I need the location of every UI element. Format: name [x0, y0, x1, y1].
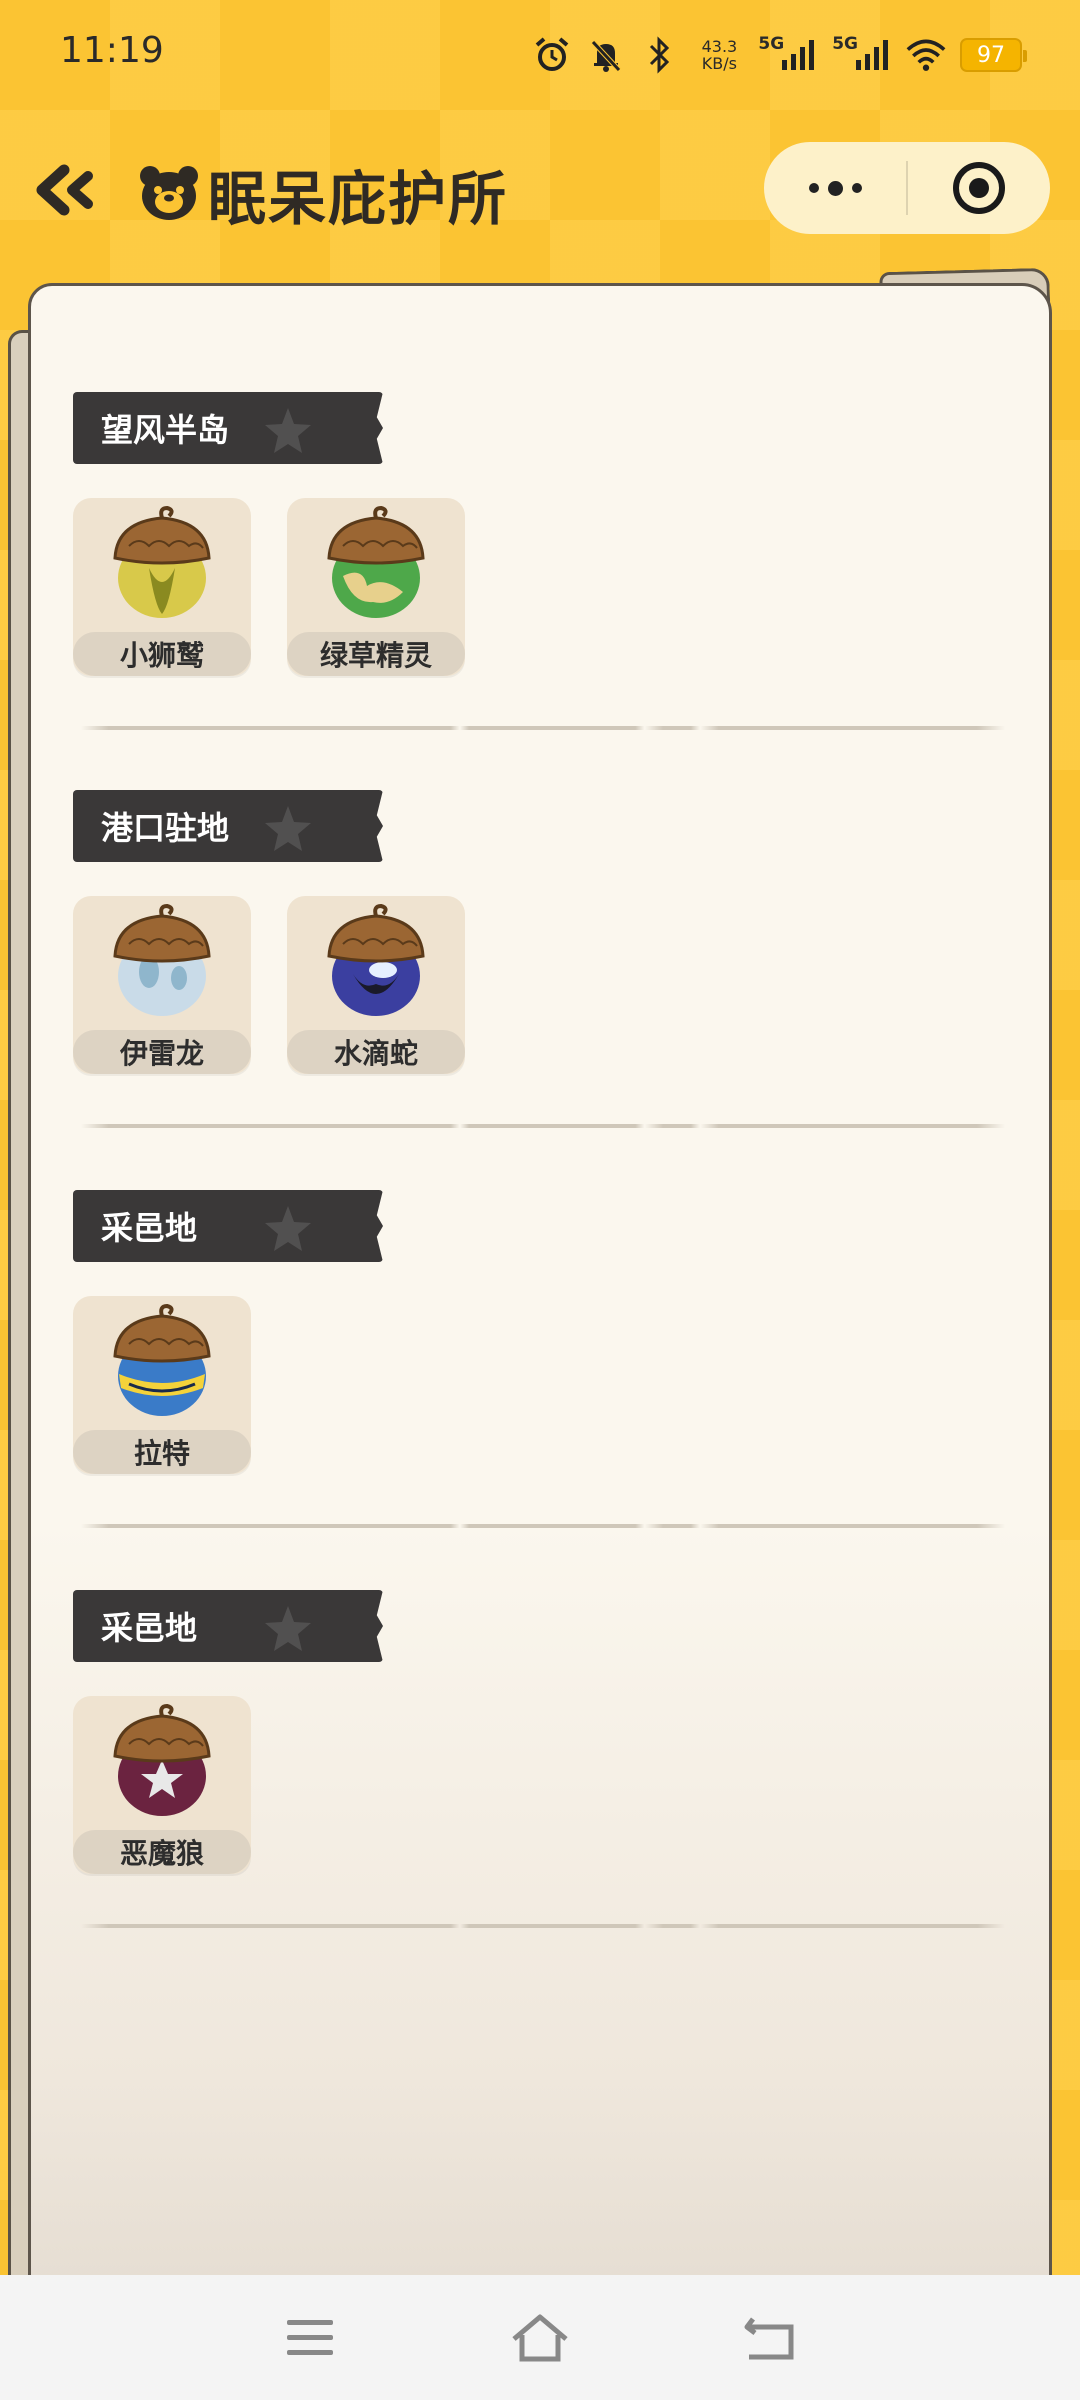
- star-decoration-icon: [265, 408, 311, 453]
- signal-2-label: 5G: [832, 34, 858, 54]
- section-tag: 采邑地: [73, 1590, 383, 1662]
- network-speed-unit: KB/s: [701, 54, 737, 73]
- bluetooth-icon: [640, 35, 680, 75]
- section-tag-label: 采邑地: [101, 1209, 198, 1247]
- acorn-pet-icon: [113, 1304, 211, 1416]
- page-title: 眠呆庇护所: [208, 165, 509, 233]
- network-speed: 43.3 KB/s: [694, 38, 744, 72]
- wifi-icon: [906, 35, 946, 75]
- battery-icon: 97: [960, 38, 1027, 72]
- section-tag: 采邑地: [73, 1190, 383, 1262]
- menu-button[interactable]: [270, 2298, 350, 2378]
- section-tag: 港口驻地: [73, 790, 383, 862]
- status-icons: 43.3 KB/s 5G 5G 97: [532, 28, 1027, 82]
- acorn-pet-icon: [113, 1704, 211, 1816]
- signal-2: 5G: [832, 34, 892, 72]
- section-divider: [81, 726, 1005, 730]
- pet-card[interactable]: 小狮鹫: [73, 498, 251, 676]
- status-time: 11:19: [60, 30, 164, 71]
- menu-icon: [287, 2319, 333, 2355]
- more-button[interactable]: [764, 142, 906, 234]
- pet-name: 拉特: [73, 1430, 251, 1474]
- more-dots-icon: [851, 183, 862, 193]
- pet-name: 伊雷龙: [73, 1030, 251, 1074]
- signal-1: 5G: [758, 34, 818, 72]
- battery-level: 97: [977, 42, 1005, 68]
- pet-name: 恶魔狼: [73, 1830, 251, 1874]
- back-button[interactable]: [30, 160, 100, 220]
- pet-list: 伊雷龙 水滴蛇: [73, 896, 465, 1074]
- mute-bell-icon: [586, 35, 626, 75]
- header: 眠呆庇护所: [0, 130, 1080, 250]
- pet-card[interactable]: 伊雷龙: [73, 896, 251, 1074]
- close-button[interactable]: [908, 142, 1050, 234]
- alarm-icon: [532, 35, 572, 75]
- pet-name: 水滴蛇: [287, 1030, 465, 1074]
- signal-icon: [782, 40, 815, 70]
- content-card: 望风半岛 小狮鹫 绿草精灵 港口驻地 伊雷龙 水滴蛇 采邑地 拉特 采邑地 恶魔…: [28, 283, 1052, 2283]
- pet-list: 拉特: [73, 1296, 251, 1474]
- back-nav-button[interactable]: [730, 2298, 810, 2378]
- status-bar: 11:19 43.3 KB/s 5G 5G 97: [0, 0, 1080, 110]
- section-region: 望风半岛 小狮鹫 绿草精灵: [73, 392, 1013, 732]
- section-fief-2: 采邑地 恶魔狼: [73, 1590, 1013, 1930]
- star-decoration-icon: [265, 1606, 311, 1651]
- acorn-pet-icon: [327, 506, 425, 618]
- pet-card[interactable]: 水滴蛇: [287, 896, 465, 1074]
- bear-face-icon: [138, 162, 200, 222]
- section-tag: 望风半岛: [73, 392, 383, 464]
- section-fief: 采邑地 拉特: [73, 1190, 1013, 1530]
- section-port: 港口驻地 伊雷龙 水滴蛇: [73, 790, 1013, 1130]
- back-icon: [744, 2317, 794, 2359]
- system-nav-bar: [0, 2275, 1080, 2400]
- pet-name: 小狮鹫: [73, 632, 251, 676]
- home-icon: [512, 2314, 568, 2361]
- more-dots-icon: [808, 183, 819, 193]
- signal-1-label: 5G: [758, 34, 785, 54]
- acorn-pet-icon: [113, 904, 211, 1016]
- section-tag-label: 采邑地: [101, 1609, 198, 1647]
- signal-icon: [856, 40, 888, 70]
- acorn-pet-icon: [327, 904, 425, 1016]
- target-circle-icon: [953, 162, 1005, 214]
- section-divider: [81, 1124, 1005, 1128]
- pet-name: 绿草精灵: [287, 632, 465, 676]
- double-chevron-left-icon: [36, 164, 93, 216]
- section-tag-label: 望风半岛: [101, 411, 230, 449]
- home-button[interactable]: [500, 2298, 580, 2378]
- section-divider: [81, 1924, 1005, 1928]
- pet-list: 恶魔狼: [73, 1696, 251, 1874]
- star-decoration-icon: [265, 806, 311, 851]
- network-speed-value: 43.3: [701, 37, 738, 56]
- section-tag-label: 港口驻地: [101, 809, 230, 847]
- pet-card[interactable]: 绿草精灵: [287, 498, 465, 676]
- pet-list: 小狮鹫 绿草精灵: [73, 498, 465, 676]
- section-divider: [81, 1524, 1005, 1528]
- pet-card[interactable]: 拉特: [73, 1296, 251, 1474]
- pet-card[interactable]: 恶魔狼: [73, 1696, 251, 1874]
- acorn-pet-icon: [113, 506, 211, 618]
- mini-program-capsule: [764, 142, 1050, 234]
- star-decoration-icon: [265, 1206, 311, 1251]
- more-dots-icon: [827, 180, 843, 196]
